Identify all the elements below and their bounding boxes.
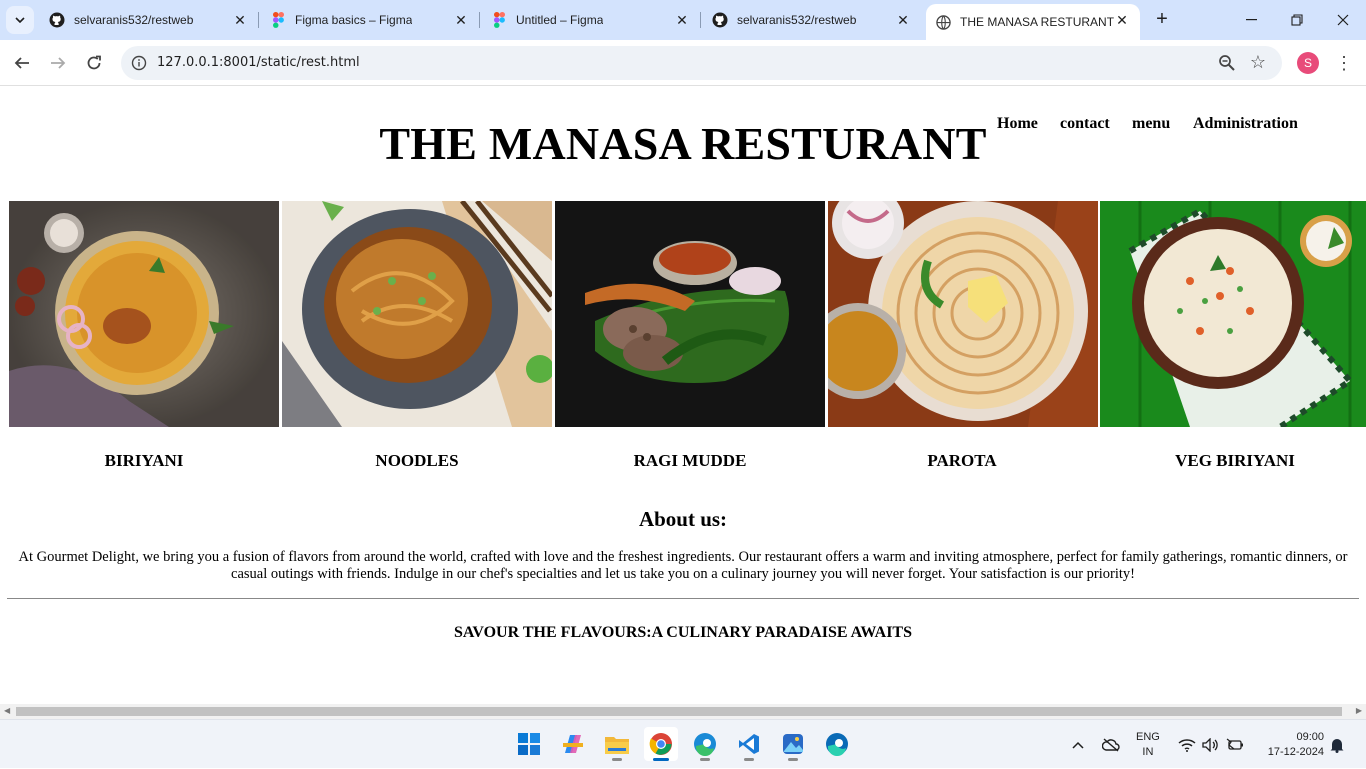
close-icon[interactable]: ✕ [232,12,248,28]
language-code: ENG [1136,730,1160,743]
tab-github-1[interactable]: selvaranis532/restweb ✕ [40,0,259,40]
wifi-icon[interactable] [1178,720,1196,769]
bookmark-star-icon[interactable]: ☆ [1248,52,1268,72]
figma-icon [491,12,507,28]
tab-search-button[interactable] [6,6,34,34]
tab-label: Untitled – Figma [516,13,604,27]
horizontal-scrollbar[interactable]: ◀ ▶ [0,704,1366,719]
reload-icon [87,55,101,70]
github-icon [49,12,65,28]
about-heading: About us: [638,507,728,531]
reload-button[interactable] [79,48,109,78]
volume-icon[interactable] [1202,720,1220,769]
copilot-icon[interactable] [556,727,590,761]
tab-strip: selvaranis532/restweb ✕ Figma basics – F… [0,0,1366,40]
nav-menu-link[interactable]: menu [1132,115,1170,133]
file-explorer-icon[interactable] [600,727,634,761]
onedrive-offline-icon[interactable] [1102,720,1120,769]
edge-icon[interactable] [688,727,722,761]
photos-icon[interactable] [776,727,810,761]
chrome-icon[interactable] [644,727,678,761]
food-gallery [9,201,1366,427]
url-text[interactable]: 127.0.0.1:8001/static/rest.html [157,55,360,70]
arrow-left-icon [14,57,29,69]
food-label-veg-biriyani: VEG BIRIYANI [1175,451,1295,470]
clock-time: 09:00 [1296,730,1324,743]
close-window-button[interactable] [1320,0,1366,40]
battery-charging-icon[interactable] [1226,720,1244,769]
restore-icon [1291,14,1303,26]
tab-label: selvaranis532/restweb [74,13,194,27]
arrow-right-icon [51,57,66,69]
github-icon [712,12,728,28]
veg-biryani-photo [1100,201,1366,427]
address-bar[interactable]: 127.0.0.1:8001/static/rest.html ☆ [121,46,1282,80]
chevron-up-icon [1072,741,1084,749]
close-icon[interactable]: ✕ [895,12,911,28]
globe-icon [935,14,951,30]
tab-github-2[interactable]: selvaranis532/restweb ✕ [703,0,921,40]
language-region: IN [1142,745,1154,758]
web-page: THE MANASA RESTURANT Home contact menu A… [0,87,1366,704]
show-hidden-icons-button[interactable] [1072,720,1084,769]
tab-label: Figma basics – Figma [295,13,413,27]
slogan-text: SAVOUR THE FLAVOURS:A CULINARY PARADAISE… [453,624,912,641]
nav-home-link[interactable]: Home [997,115,1038,133]
tab-figma-basics[interactable]: Figma basics – Figma ✕ [261,0,480,40]
nav-administration-link[interactable]: Administration [1193,115,1298,133]
vscode-icon[interactable] [732,727,766,761]
biryani-photo [9,201,279,427]
profile-avatar[interactable]: S [1297,52,1319,74]
food-label-parota: PAROTA [927,451,997,470]
language-indicator[interactable]: ENG IN [1136,720,1160,769]
food-label-biriyani: BIRIYANI [104,451,184,470]
tab-label: selvaranis532/restweb [737,13,857,27]
scrollbar-thumb[interactable] [16,707,1342,716]
new-tab-button[interactable]: + [1150,8,1174,32]
scroll-right-arrow-icon[interactable]: ▶ [1356,706,1362,715]
back-button[interactable] [7,48,37,78]
more-menu-icon[interactable]: ⋮ [1334,52,1354,74]
tab-label: THE MANASA RESTURANT [960,15,1115,29]
food-label-noodles: NOODLES [375,451,459,470]
parota-photo [828,201,1098,427]
food-label-ragi-mudde: RAGI MUDDE [633,451,747,470]
restore-button[interactable] [1274,0,1320,40]
tab-manasa-active[interactable]: THE MANASA RESTURANT ✕ [926,4,1140,40]
browser-toolbar: 127.0.0.1:8001/static/rest.html ☆ [0,40,1366,86]
windows-taskbar: ENG IN 09:00 17-12-2024 [0,719,1366,768]
notification-bell-icon[interactable] [1330,720,1344,769]
site-info-icon[interactable] [129,53,149,73]
nav-contact-link[interactable]: contact [1060,115,1110,133]
minimize-button[interactable] [1228,0,1274,40]
close-icon[interactable]: ✕ [1114,12,1130,28]
zoom-icon[interactable] [1218,54,1236,72]
about-text: At Gourmet Delight, we bring you a fusio… [18,549,1348,582]
figma-icon [270,12,286,28]
scroll-left-arrow-icon[interactable]: ◀ [4,706,10,715]
clock-date: 17-12-2024 [1267,745,1324,758]
system-clock[interactable]: 09:00 17-12-2024 [1258,720,1324,769]
close-icon[interactable]: ✕ [674,12,690,28]
minimize-icon [1245,19,1257,21]
chevron-down-icon [15,17,25,23]
noodles-photo [282,201,552,427]
close-icon[interactable]: ✕ [453,12,469,28]
windows-start-icon[interactable] [512,727,546,761]
close-icon [1337,14,1349,26]
tab-figma-untitled[interactable]: Untitled – Figma ✕ [482,0,701,40]
forward-button[interactable] [43,48,73,78]
edge-beta-icon[interactable] [820,727,854,761]
ragi-mudde-photo [555,201,825,427]
divider [7,598,1359,599]
